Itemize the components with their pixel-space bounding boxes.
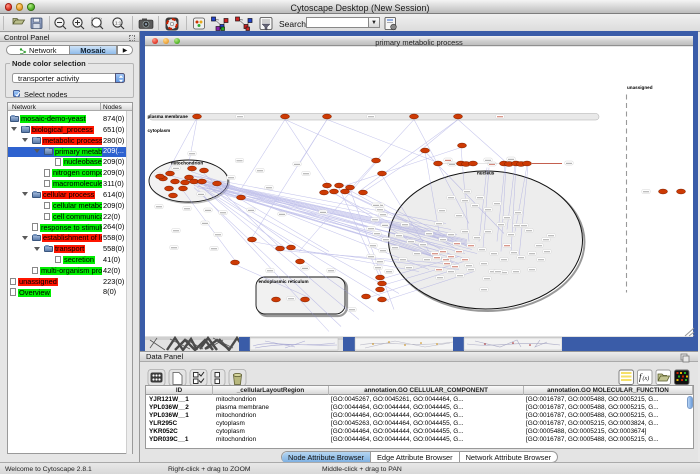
svg-text:(x): (x) bbox=[643, 375, 650, 382]
svg-text:1:1: 1:1 bbox=[115, 21, 122, 26]
